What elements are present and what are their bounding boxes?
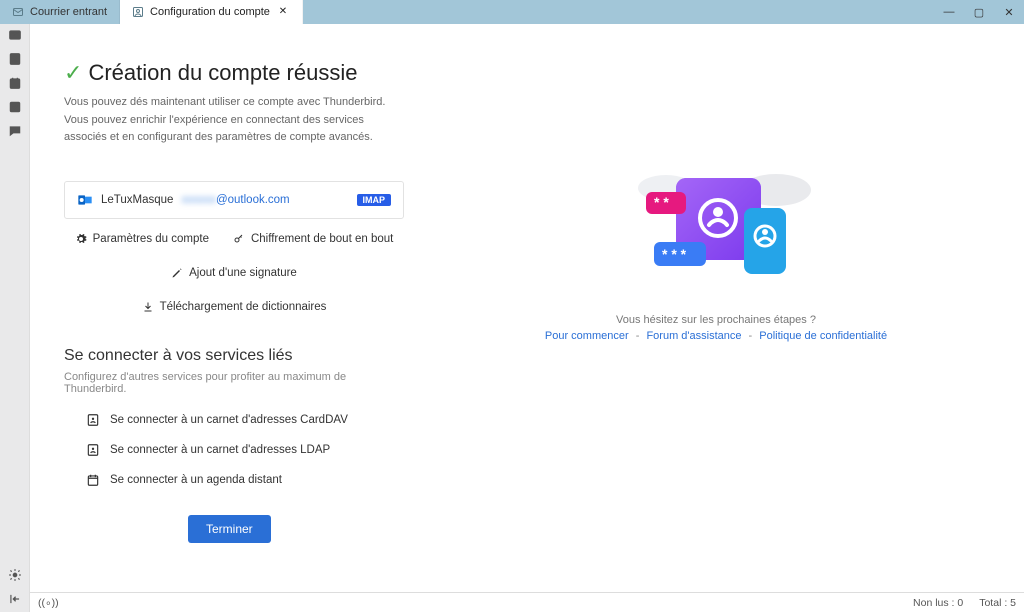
subtitle: Vous pouvez dés maintenant utiliser ce c… [64, 94, 404, 147]
page-title-text: Création du compte réussie [88, 60, 357, 86]
close-icon[interactable]: ✕ [276, 5, 290, 19]
account-actions: Paramètres du compte Chiffrement de bout… [64, 233, 404, 313]
protocol-badge: IMAP [357, 194, 392, 206]
check-icon: ✓ [64, 60, 82, 86]
download-icon [142, 301, 154, 313]
signature-link[interactable]: Ajout d'une signature [171, 267, 297, 279]
ldap-link[interactable]: Se connecter à un carnet d'adresses LDAP [86, 443, 404, 457]
account-settings-link[interactable]: Paramètres du compte [75, 233, 209, 245]
settings-icon[interactable] [8, 568, 22, 582]
pencil-icon [171, 267, 183, 279]
svg-text:* *: * * [654, 194, 669, 210]
svg-text:* * *: * * * [662, 246, 687, 262]
tab-account-config[interactable]: Configuration du compte ✕ [120, 0, 303, 24]
help-question: Vous hésitez sur les prochaines étapes ? [616, 314, 816, 326]
calendar-icon [86, 473, 100, 487]
minimize-button[interactable]: — [934, 0, 964, 24]
tab-label: Configuration du compte [150, 6, 270, 18]
linked-services-title: Se connecter à vos services liés [64, 347, 404, 365]
dictionaries-link[interactable]: Téléchargement de dictionnaires [142, 301, 327, 313]
finish-button[interactable]: Terminer [188, 515, 271, 543]
chat-icon[interactable] [8, 124, 22, 138]
key-icon [233, 233, 245, 245]
account-icon [132, 6, 144, 18]
e2e-link[interactable]: Chiffrement de bout en bout [233, 233, 393, 245]
maximize-button[interactable]: ▢ [964, 0, 994, 24]
outlook-icon [77, 192, 93, 208]
getting-started-link[interactable]: Pour commencer [545, 330, 629, 342]
contacts-icon [86, 443, 100, 457]
tasks-icon[interactable] [8, 100, 22, 114]
total-status: Total : 5 [979, 597, 1016, 609]
calendar-icon[interactable] [8, 76, 22, 90]
illustration: * * * * * [606, 160, 826, 290]
mail-icon [12, 6, 24, 18]
window-controls: — ▢ ✕ [934, 0, 1024, 24]
contacts-icon[interactable] [8, 52, 22, 66]
tab-incoming[interactable]: Courrier entrant [0, 0, 120, 24]
page-title: ✓ Création du compte réussie [64, 60, 404, 86]
status-bar: ((∘)) Non lus : 0 Total : 5 [30, 592, 1024, 612]
contacts-icon [86, 413, 100, 427]
close-button[interactable]: ✕ [994, 0, 1024, 24]
tab-label: Courrier entrant [30, 6, 107, 18]
carddav-link[interactable]: Se connecter à un carnet d'adresses Card… [86, 413, 404, 427]
account-card: LeTuxMasque xxxxxx@outlook.com IMAP [64, 181, 404, 219]
app-sidebar [0, 24, 30, 612]
collapse-icon[interactable] [8, 592, 22, 606]
linked-services-sub: Configurez d'autres services pour profit… [64, 371, 404, 395]
help-links: Pour commencer - Forum d'assistance - Po… [545, 330, 887, 342]
privacy-policy-link[interactable]: Politique de confidentialité [759, 330, 887, 342]
sync-icon[interactable]: ((∘)) [38, 597, 59, 609]
support-forum-link[interactable]: Forum d'assistance [646, 330, 741, 342]
unread-status: Non lus : 0 [913, 597, 963, 609]
gear-icon [75, 233, 87, 245]
remote-calendar-link[interactable]: Se connecter à un agenda distant [86, 473, 404, 487]
title-bar: Courrier entrant Configuration du compte… [0, 0, 1024, 24]
account-name: LeTuxMasque [101, 194, 173, 206]
account-email: xxxxxx@outlook.com [181, 194, 289, 206]
mail-icon[interactable] [8, 28, 22, 42]
